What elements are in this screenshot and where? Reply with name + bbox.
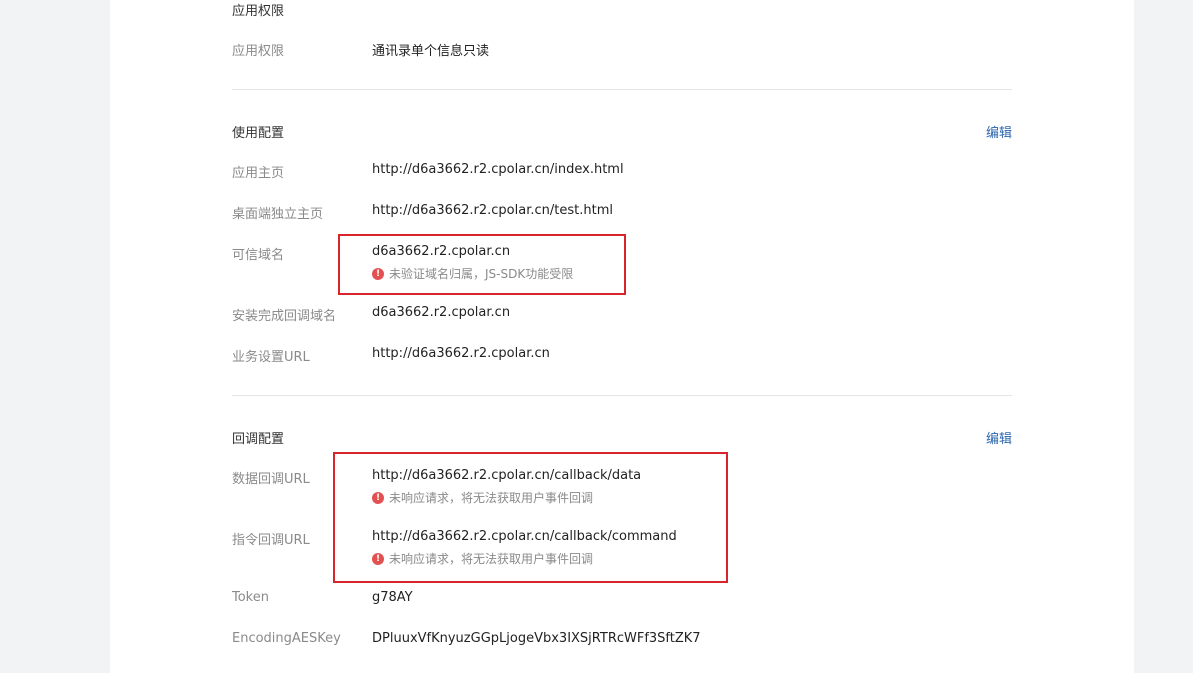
trusted-domain-label: 可信域名 xyxy=(232,248,285,263)
business-settings-url-label: 业务设置URL xyxy=(232,350,310,365)
usage-config-section-title: 使用配置 xyxy=(232,126,285,141)
annotation-box-callback-urls xyxy=(333,452,728,583)
token-label: Token xyxy=(232,590,269,605)
usage-config-edit-link[interactable]: 编辑 xyxy=(986,122,1012,141)
command-callback-url-label: 指令回调URL xyxy=(232,533,310,548)
callback-config-section-title: 回调配置 xyxy=(232,432,285,447)
desktop-url-label: 桌面端独立主页 xyxy=(232,207,324,222)
data-callback-url-label: 数据回调URL xyxy=(232,472,310,487)
home-url-label: 应用主页 xyxy=(232,166,285,181)
permissions-section-title: 应用权限 xyxy=(232,4,285,19)
permissions-value: 通讯录单个信息只读 xyxy=(372,44,490,59)
business-settings-url-value: http://d6a3662.r2.cpolar.cn xyxy=(372,346,550,361)
encoding-aes-key-value: DPluuxVfKnyuzGGpLjogeVbx3IXSjRTRcWFf3Sft… xyxy=(372,631,701,646)
install-callback-domain-value: d6a3662.r2.cpolar.cn xyxy=(372,305,511,320)
token-value: g78AY xyxy=(372,590,413,605)
callback-config-edit-link[interactable]: 编辑 xyxy=(986,428,1012,447)
encoding-aes-key-label: EncodingAESKey xyxy=(232,631,341,646)
section-divider xyxy=(232,89,1012,90)
install-callback-domain-label: 安装完成回调域名 xyxy=(232,309,337,324)
desktop-url-value: http://d6a3662.r2.cpolar.cn/test.html xyxy=(372,203,613,218)
permissions-label: 应用权限 xyxy=(232,44,285,59)
home-url-value: http://d6a3662.r2.cpolar.cn/index.html xyxy=(372,162,624,177)
annotation-box-trusted-domain xyxy=(338,234,626,295)
section-divider xyxy=(232,395,1012,396)
